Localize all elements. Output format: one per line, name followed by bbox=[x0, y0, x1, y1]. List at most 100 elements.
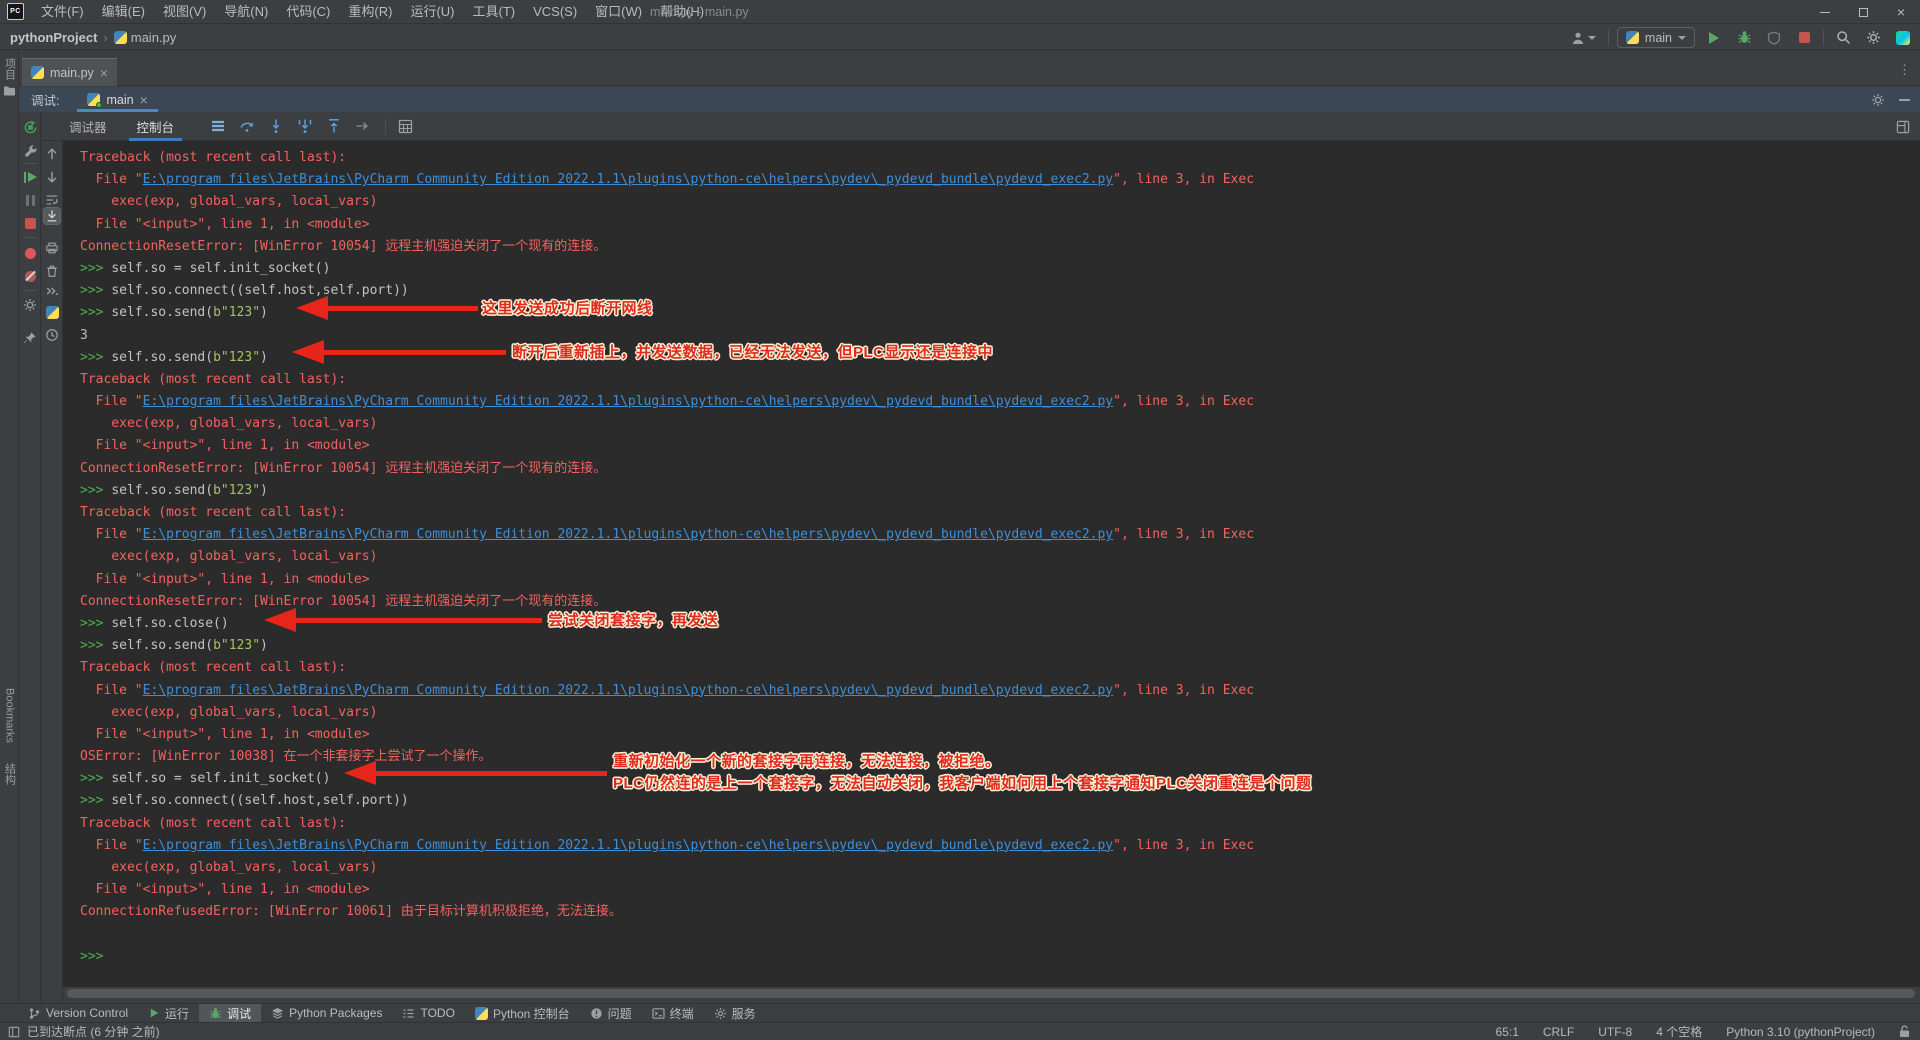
breadcrumb-project[interactable]: pythonProject bbox=[10, 30, 97, 45]
menu-item-编辑(E)[interactable]: 编辑(E) bbox=[93, 0, 154, 24]
tool-window-button-服务[interactable]: 服务 bbox=[704, 1004, 766, 1023]
soft-wrap-button[interactable] bbox=[44, 192, 60, 208]
status-message[interactable]: 已到达断点 (6 分钟 之前) bbox=[27, 1023, 160, 1040]
tool-window-button-调试[interactable]: 调试 bbox=[199, 1004, 261, 1023]
tool-window-button-问题[interactable]: 问题 bbox=[580, 1004, 642, 1023]
layout-settings-icon[interactable] bbox=[1896, 120, 1910, 134]
tab-options-icon[interactable]: ⋮ bbox=[1898, 62, 1912, 78]
print-button[interactable] bbox=[44, 240, 60, 256]
console-text: ) bbox=[260, 305, 268, 320]
traceback-file-link[interactable]: E:\program files\JetBrains\PyCharm Commu… bbox=[143, 683, 1114, 698]
console-line: Traceback (most recent call last): bbox=[80, 147, 1920, 169]
mute-breakpoints-button[interactable] bbox=[22, 268, 38, 284]
run-with-coverage-button[interactable] bbox=[1763, 27, 1785, 49]
tool-window-button-Version Control[interactable]: Version Control bbox=[18, 1004, 138, 1023]
menu-item-文件(F)[interactable]: 文件(F) bbox=[32, 0, 93, 24]
clear-console-button[interactable] bbox=[44, 263, 60, 279]
status-item[interactable]: 65:1 bbox=[1496, 1025, 1519, 1039]
console-text: File " bbox=[80, 838, 143, 853]
console-line: File "E:\program files\JetBrains\PyCharm… bbox=[80, 391, 1920, 413]
menu-item-重构(R)[interactable]: 重构(R) bbox=[339, 0, 401, 24]
console-history-button[interactable] bbox=[44, 327, 60, 343]
sidebar-item-bookmarks[interactable]: Bookmarks bbox=[0, 688, 19, 743]
menu-item-窗口(W)[interactable]: 窗口(W) bbox=[586, 0, 651, 24]
close-icon[interactable]: × bbox=[100, 67, 108, 79]
up-stack-frame-button[interactable] bbox=[44, 146, 60, 162]
pycharm-logo-button[interactable] bbox=[1892, 27, 1914, 49]
run-configuration-select[interactable]: main bbox=[1617, 27, 1695, 48]
menu-item-导航(N)[interactable]: 导航(N) bbox=[215, 0, 277, 24]
console-menu-button[interactable] bbox=[208, 116, 228, 136]
stop-button[interactable] bbox=[1793, 27, 1815, 49]
rerun-button[interactable] bbox=[22, 119, 38, 135]
console-text: ", line 3, in Exec bbox=[1113, 394, 1254, 409]
menu-item-工具(T)[interactable]: 工具(T) bbox=[463, 0, 524, 24]
menu-item-运行(U)[interactable]: 运行(U) bbox=[401, 0, 463, 24]
console-line: Traceback (most recent call last): bbox=[80, 369, 1920, 391]
tool-window-button-运行[interactable]: 运行 bbox=[138, 1004, 199, 1023]
traceback-file-link[interactable]: E:\program files\JetBrains\PyCharm Commu… bbox=[143, 527, 1114, 542]
tool-window-button-终端[interactable]: 终端 bbox=[642, 1004, 704, 1023]
menu-item-VCS(S)[interactable]: VCS(S) bbox=[524, 0, 586, 24]
step-out-button[interactable] bbox=[324, 116, 344, 136]
menu-item-视图(V)[interactable]: 视图(V) bbox=[154, 0, 215, 24]
user-account-button[interactable] bbox=[1568, 27, 1600, 49]
tool-window-button-Python 控制台[interactable]: Python 控制台 bbox=[465, 1004, 580, 1023]
console-line: File "<input>", line 1, in <module> bbox=[80, 724, 1920, 746]
chevron-down-icon bbox=[1588, 36, 1596, 40]
view-breakpoints-button[interactable] bbox=[22, 245, 38, 261]
tool-window-settings-gear-icon[interactable] bbox=[1871, 93, 1885, 107]
traceback-file-link[interactable]: E:\program files\JetBrains\PyCharm Commu… bbox=[143, 838, 1114, 853]
hide-tool-window-icon[interactable] bbox=[1899, 99, 1910, 101]
traceback-file-link[interactable]: E:\program files\JetBrains\PyCharm Commu… bbox=[143, 172, 1114, 187]
editor-tab-main-py[interactable]: main.py × bbox=[22, 58, 117, 86]
stop-process-button[interactable] bbox=[22, 215, 38, 231]
run-to-cursor-button[interactable] bbox=[353, 116, 373, 136]
debug-session-tab[interactable]: main × bbox=[77, 87, 157, 112]
status-item[interactable]: CRLF bbox=[1543, 1025, 1574, 1039]
annotation-arrowhead bbox=[292, 340, 324, 364]
smart-step-into-button[interactable] bbox=[295, 116, 315, 136]
command-prompt-button[interactable] bbox=[44, 283, 60, 299]
settings-button[interactable] bbox=[1862, 27, 1884, 49]
debug-settings-button[interactable] bbox=[22, 297, 38, 313]
menu-item-代码(C)[interactable]: 代码(C) bbox=[277, 0, 339, 24]
close-button[interactable]: × bbox=[1882, 0, 1920, 24]
tab-调试器[interactable]: 调试器 bbox=[61, 112, 115, 141]
pause-program-button[interactable] bbox=[22, 192, 38, 208]
run-icon bbox=[148, 1007, 160, 1019]
search-everywhere-button[interactable] bbox=[1832, 27, 1854, 49]
status-item[interactable]: 4 个空格 bbox=[1656, 1023, 1702, 1040]
tool-window-switcher-icon[interactable] bbox=[8, 1026, 20, 1038]
python-icon bbox=[1626, 31, 1639, 44]
python-packages-button[interactable] bbox=[44, 304, 60, 320]
status-item[interactable]: Python 3.10 (pythonProject) bbox=[1726, 1025, 1875, 1039]
debug-console-output[interactable]: Traceback (most recent call last): File … bbox=[63, 141, 1920, 987]
step-over-button[interactable] bbox=[237, 116, 257, 136]
sidebar-item-project[interactable]: 项目 bbox=[0, 58, 19, 97]
traceback-file-link[interactable]: E:\program files\JetBrains\PyCharm Commu… bbox=[143, 394, 1114, 409]
tab-控制台[interactable]: 控制台 bbox=[129, 112, 183, 141]
modify-run-configuration-button[interactable] bbox=[22, 143, 38, 159]
lock-icon[interactable] bbox=[1899, 1025, 1910, 1038]
git-branch-icon bbox=[28, 1007, 41, 1020]
tool-window-button-TODO[interactable]: TODO bbox=[392, 1004, 464, 1023]
horizontal-scrollbar[interactable] bbox=[67, 989, 1915, 998]
down-stack-frame-button[interactable] bbox=[44, 169, 60, 185]
tool-window-button-Python Packages[interactable]: Python Packages bbox=[261, 1004, 392, 1023]
minimize-button[interactable] bbox=[1806, 0, 1844, 24]
breadcrumb-file[interactable]: main.py bbox=[131, 30, 177, 45]
debug-button[interactable] bbox=[1733, 27, 1755, 49]
evaluate-expression-button[interactable] bbox=[395, 116, 415, 136]
close-icon[interactable]: × bbox=[140, 94, 148, 106]
resume-program-button[interactable] bbox=[22, 169, 38, 185]
scroll-to-end-button[interactable] bbox=[44, 208, 60, 224]
sidebar-item-structure[interactable]: 结构 bbox=[0, 763, 19, 785]
tool-window-button-label: TODO bbox=[420, 1006, 454, 1020]
run-button[interactable] bbox=[1703, 27, 1725, 49]
pin-tab-button[interactable] bbox=[22, 330, 38, 346]
maximize-button[interactable] bbox=[1844, 0, 1882, 24]
console-text: exec(exp, global_vars, local_vars) bbox=[80, 194, 377, 209]
step-into-button[interactable] bbox=[266, 116, 286, 136]
status-item[interactable]: UTF-8 bbox=[1598, 1025, 1632, 1039]
